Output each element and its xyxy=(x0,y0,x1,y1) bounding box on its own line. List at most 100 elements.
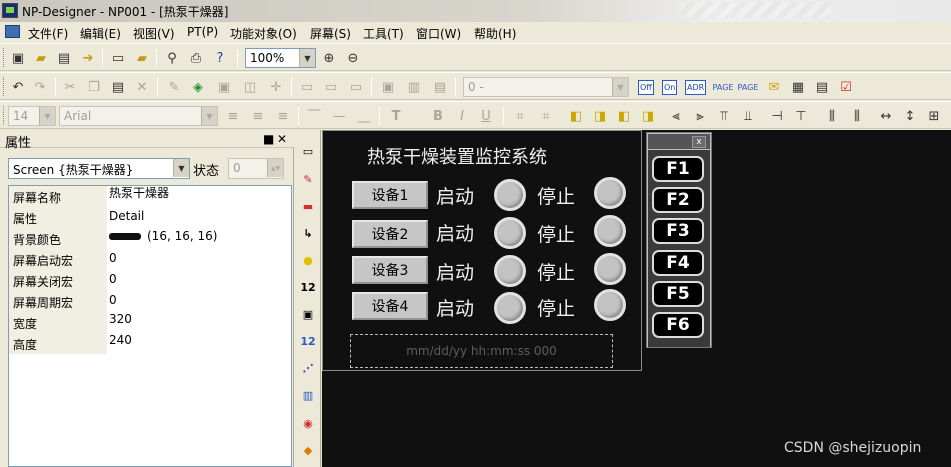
help-icon[interactable]: ? xyxy=(210,48,230,68)
document-icon[interactable] xyxy=(5,25,20,38)
close-icon[interactable]: x xyxy=(692,136,706,148)
property-value[interactable]: 320 xyxy=(109,312,291,333)
line-tool-icon[interactable]: ↳ xyxy=(299,224,317,242)
find-binoculars-icon[interactable]: ⚲ xyxy=(162,48,182,68)
device-2-start-lamp[interactable] xyxy=(494,217,526,249)
f2-key[interactable]: F2 xyxy=(652,187,704,213)
device-1-stop-label[interactable]: 停止 xyxy=(537,182,575,209)
save-all-icon[interactable]: ▤ xyxy=(54,48,74,68)
distribute-v-icon[interactable]: ⫼ xyxy=(847,106,867,126)
bold-button[interactable]: B xyxy=(428,106,448,126)
distribute-h-icon[interactable]: ⫼ xyxy=(822,106,842,126)
underline-button[interactable]: U xyxy=(476,106,496,126)
device-2-stop-lamp[interactable] xyxy=(594,215,626,247)
report-icon[interactable]: ▦ xyxy=(788,77,808,97)
redo-icon[interactable]: ↷ xyxy=(30,77,50,97)
align-center-text-icon[interactable]: ≡ xyxy=(248,106,268,126)
menu-edit[interactable]: 编辑(E) xyxy=(80,25,121,42)
page-prev-icon[interactable]: PAGE xyxy=(713,77,734,97)
align-center-icon[interactable]: ◫ xyxy=(240,77,260,97)
delete-icon[interactable]: ✕ xyxy=(132,77,152,97)
device-4-start-lamp[interactable] xyxy=(494,292,526,324)
menu-help[interactable]: 帮助(H) xyxy=(474,25,516,42)
page-next-icon[interactable]: PAGE xyxy=(738,77,759,97)
paste-icon[interactable]: ▤ xyxy=(108,77,128,97)
toolbar-grip[interactable] xyxy=(3,106,6,125)
trend-chart-icon[interactable]: ⋰ xyxy=(299,359,317,377)
undo-icon[interactable]: ↶ xyxy=(8,77,28,97)
device-3-stop-lamp[interactable] xyxy=(594,253,626,285)
database-icon[interactable]: ▤ xyxy=(812,77,832,97)
lock-icon[interactable]: ▤ xyxy=(430,77,450,97)
device-2-button[interactable]: 设备2 xyxy=(352,220,428,248)
snap-object-icon[interactable]: ⌗ xyxy=(536,106,556,126)
message-icon[interactable]: ✉ xyxy=(764,77,784,97)
same-size-icon[interactable]: ⊞ xyxy=(924,106,944,126)
group-icon[interactable]: ▣ xyxy=(378,77,398,97)
state-off-button[interactable]: Off xyxy=(638,80,654,95)
chevron-down-icon[interactable]: ▼ xyxy=(173,159,189,177)
distribute-icon[interactable]: ✛ xyxy=(266,77,286,97)
datetime-display[interactable]: mm/dd/yy hh:mm:ss 000 xyxy=(350,334,613,368)
menu-screen[interactable]: 屏幕(S) xyxy=(310,25,351,42)
print-icon[interactable]: ⎙ xyxy=(186,48,206,68)
align-objects-bottom-icon[interactable]: ⫫ xyxy=(738,106,758,126)
numeric-display-icon[interactable]: 12 xyxy=(299,278,317,296)
menu-pt[interactable]: PT(P) xyxy=(187,25,218,39)
property-row[interactable]: 高度 240 xyxy=(9,333,291,354)
f5-key[interactable]: F5 xyxy=(652,281,704,307)
open-folder-icon[interactable]: ▰ xyxy=(31,48,51,68)
ungroup-icon[interactable]: ▥ xyxy=(404,77,424,97)
align-frame-icon[interactable]: ▣ xyxy=(214,77,234,97)
device-1-stop-lamp[interactable] xyxy=(594,177,626,209)
record-tool-icon[interactable]: ◉ xyxy=(299,414,317,432)
chevron-down-icon[interactable]: ▼ xyxy=(299,49,315,67)
numeric-input-icon[interactable]: 12 xyxy=(299,332,317,350)
device-1-start-label[interactable]: 启动 xyxy=(436,182,474,209)
device-3-start-label[interactable]: 启动 xyxy=(436,258,474,285)
send-back-icon[interactable]: ◨ xyxy=(590,106,610,126)
align-left-icon[interactable]: ≡ xyxy=(223,106,243,126)
menu-file[interactable]: 文件(F) xyxy=(28,25,68,42)
alarm-tool-icon[interactable]: ◆ xyxy=(299,441,317,459)
object-select[interactable]: 0 - ▼ xyxy=(463,77,629,97)
device-1-button[interactable]: 设备1 xyxy=(352,181,428,209)
zoom-select[interactable]: 100% ▼ xyxy=(245,48,316,68)
hmi-title[interactable]: 热泵干燥装置监控系统 xyxy=(367,143,547,169)
property-row[interactable]: 属性 Detail xyxy=(9,207,291,228)
layer-front-icon[interactable]: ▭ xyxy=(297,77,317,97)
device-4-start-label[interactable]: 启动 xyxy=(436,294,474,321)
bring-front-icon[interactable]: ◧ xyxy=(566,106,586,126)
font-name-select[interactable]: Arial ▼ xyxy=(59,106,218,126)
state-spinner[interactable]: 0 ▲▼ xyxy=(228,158,284,179)
property-row[interactable]: 宽度 320 xyxy=(9,312,291,333)
snap-grid-icon[interactable]: ⌗ xyxy=(510,106,530,126)
f1-key[interactable]: F1 xyxy=(652,156,704,182)
menu-tools[interactable]: 工具(T) xyxy=(363,25,404,42)
toolbar-grip[interactable] xyxy=(3,48,6,67)
color-swatch[interactable] xyxy=(109,233,141,240)
color-fill-tool-icon[interactable]: ▬ xyxy=(299,197,317,215)
device-4-stop-label[interactable]: 停止 xyxy=(537,294,575,321)
property-value[interactable]: 热泵干燥器 xyxy=(109,186,291,207)
property-row[interactable]: 背景颜色 (16, 16, 16) xyxy=(9,228,291,249)
device-1-start-lamp[interactable] xyxy=(494,179,526,211)
checklist-icon[interactable]: ☑ xyxy=(836,77,856,97)
align-right-icon[interactable]: ≡ xyxy=(273,106,293,126)
align-objects-left-icon[interactable]: ⫷ xyxy=(666,106,686,126)
valign-bottom-icon[interactable]: ⎽ xyxy=(354,106,374,126)
property-value[interactable]: (16, 16, 16) xyxy=(109,228,291,249)
address-button[interactable]: ADR xyxy=(685,80,707,95)
menu-window[interactable]: 窗口(W) xyxy=(416,25,461,42)
screen-select[interactable]: Screen {热泵干燥器} ▼ xyxy=(8,158,190,179)
spinner-arrows-icon[interactable]: ▲▼ xyxy=(267,159,283,177)
label-tool-icon[interactable]: ✎ xyxy=(299,170,317,188)
f3-key[interactable]: F3 xyxy=(652,218,704,244)
toolbar-grip[interactable] xyxy=(3,77,6,96)
chevron-down-icon[interactable]: ▼ xyxy=(201,107,217,125)
device-3-start-lamp[interactable] xyxy=(494,255,526,287)
pick-tool-icon[interactable]: ✎ xyxy=(164,77,184,97)
send-backward-icon[interactable]: ◨ xyxy=(638,106,658,126)
device-2-stop-label[interactable]: 停止 xyxy=(537,220,575,247)
property-row[interactable]: 屏幕周期宏 0 xyxy=(9,291,291,312)
